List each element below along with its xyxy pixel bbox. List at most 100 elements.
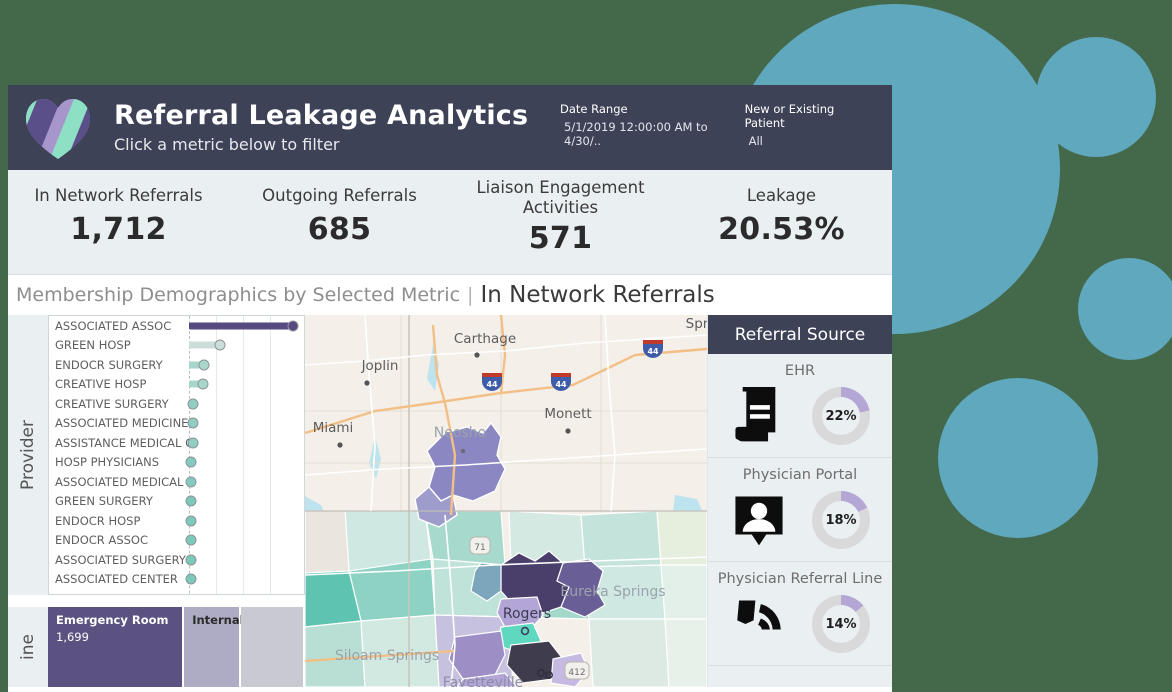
decorative-circle: [1078, 258, 1172, 360]
provider-value-dot[interactable]: [185, 476, 197, 488]
referral-source-row: 22%: [708, 379, 892, 457]
provider-row[interactable]: ASSOCIATED ASSOC: [49, 316, 304, 336]
treemap-cell-value: 1,699: [56, 630, 89, 644]
provider-value-dot[interactable]: [185, 456, 197, 468]
provider-chart: Provider ASSOCIATED ASSOC GREEN HOSP ENDOC…: [8, 315, 305, 595]
provider-value-dot[interactable]: [187, 417, 199, 429]
percent-donut: 14%: [812, 595, 870, 653]
kpi-value: 1,712: [70, 212, 167, 248]
provider-value-dot[interactable]: [187, 398, 199, 410]
filter-date-range[interactable]: Date Range 5/1/2019 12:00:00 AM to 4/30/…: [560, 102, 717, 148]
provider-row[interactable]: GREEN HOSP: [49, 336, 304, 356]
referral-source-row: 14%: [708, 587, 892, 665]
provider-value-dot[interactable]: [187, 437, 199, 449]
provider-row[interactable]: GREEN SURGERY: [49, 492, 304, 512]
provider-plot-area[interactable]: ASSOCIATED ASSOC GREEN HOSP ENDOCR SURGERY…: [48, 315, 305, 595]
referral-source-label: Physician Referral Line: [717, 571, 883, 587]
provider-row[interactable]: ENDOCR HOSP: [49, 511, 304, 531]
provider-row[interactable]: CREATIVE SURGERY: [49, 394, 304, 414]
svg-text:Miami: Miami: [313, 420, 354, 436]
provider-name: ASSOCIATED ASSOC: [55, 318, 172, 333]
filter-patient-type[interactable]: New or Existing Patient All: [745, 102, 864, 148]
treemap-cell[interactable]: Emergency Room 1,699: [48, 607, 185, 687]
provider-row[interactable]: ASSOCIATED MEDICINE: [49, 414, 304, 434]
provider-row[interactable]: ENDOCR ASSOC: [49, 531, 304, 551]
kpi-outgoing-referrals[interactable]: Outgoing Referrals 685: [229, 170, 450, 274]
treemap-cell[interactable]: [240, 607, 305, 687]
kpi-label: Outgoing Referrals: [262, 186, 417, 205]
provider-bar-track: [185, 453, 304, 473]
svg-text:Carthage: Carthage: [454, 331, 516, 347]
choropleth-map-svg[interactable]: 44 44 44 71 412 Carthage Joplin Miami Mo…: [305, 315, 707, 687]
map-panel[interactable]: 44 44 44 71 412 Carthage Joplin Miami Mo…: [305, 315, 707, 687]
header-titles: Referral Leakage Analytics Click a metri…: [108, 85, 528, 170]
svg-text:71: 71: [474, 543, 485, 553]
provider-bar-track: [185, 531, 304, 551]
provider-row[interactable]: ENDOCR SURGERY: [49, 355, 304, 375]
provider-name: HOSP PHYSICIANS: [55, 455, 160, 470]
svg-text:44: 44: [555, 380, 567, 389]
referral-source-item[interactable]: EHR 22%: [708, 354, 892, 458]
provider-name: GREEN HOSP: [55, 338, 131, 353]
provider-name: GREEN SURGERY: [55, 494, 153, 509]
donut-percent-label: 14%: [825, 616, 857, 632]
provider-name: ASSOCIATED CENTER: [55, 572, 178, 587]
provider-row[interactable]: ASSOCIATED SURGERY: [49, 550, 304, 570]
kpi-liaison-engagement-activities[interactable]: Liaison Engagement Activities 571: [450, 170, 671, 274]
referral-source-list: EHR 22% Physician Portal 18% Physician Refer…: [708, 354, 892, 666]
svg-text:44: 44: [647, 347, 659, 356]
kpi-leakage[interactable]: Leakage 20.53%: [671, 170, 892, 274]
treemap-plot-area[interactable]: Emergency Room 1,699 Internal: [48, 607, 305, 687]
svg-text:Eureka Springs: Eureka Springs: [560, 584, 665, 600]
referral-source-item[interactable]: Physician Referral Line 14%: [708, 562, 892, 666]
provider-row[interactable]: ASSOCIATED MEDICAL G..: [49, 472, 304, 492]
provider-bar-track: [185, 570, 304, 590]
treemap-cell[interactable]: Internal: [184, 607, 244, 687]
provider-value-dot[interactable]: [185, 534, 197, 546]
kpi-value: 685: [307, 212, 372, 248]
referral-source-item[interactable]: Physician Portal 18%: [708, 458, 892, 562]
provider-bar-track: [189, 316, 304, 336]
provider-value-dot[interactable]: [185, 573, 197, 585]
provider-value-dot[interactable]: [197, 378, 209, 390]
svg-text:Siloam Springs: Siloam Springs: [335, 648, 439, 664]
referral-source-title: Referral Source: [708, 315, 892, 354]
provider-value-dot[interactable]: [185, 495, 197, 507]
referral-source-label: EHR: [784, 363, 816, 379]
section-title-separator: |: [467, 284, 474, 306]
provider-axis-title: Provider: [8, 315, 48, 595]
referral-source-row: 18%: [708, 483, 892, 561]
heart-logo-icon: [26, 98, 90, 159]
referral-source-panel: Referral Source EHR 22% Physician Portal 18…: [707, 315, 892, 687]
provider-axis-label: Provider: [18, 420, 38, 490]
provider-row[interactable]: ASSISTANCE MEDICAL C..: [49, 433, 304, 453]
treemap-cell-label: Emergency Room: [56, 613, 169, 627]
kpi-label: Liaison Engagement Activities: [476, 178, 645, 218]
provider-value-dot[interactable]: [185, 554, 197, 566]
provider-name: ASSOCIATED MEDICAL G..: [55, 474, 189, 489]
logo-container: [8, 85, 108, 170]
kpi-in-network-referrals[interactable]: In Network Referrals 1,712: [8, 170, 229, 274]
provider-row[interactable]: ASSOCIATED CENTER: [49, 570, 304, 590]
provider-value-dot[interactable]: [214, 339, 226, 351]
section-title-prefix: Membership Demographics by Selected Metr…: [16, 284, 461, 306]
provider-bar-track: [185, 550, 304, 570]
svg-text:Spr: Spr: [686, 316, 707, 332]
svg-text:412: 412: [568, 668, 585, 678]
page-title: Referral Leakage Analytics: [114, 99, 529, 131]
provider-name: ENDOCR HOSP: [55, 513, 141, 528]
provider-name: ENDOCR SURGERY: [55, 357, 163, 372]
provider-value-dot[interactable]: [185, 515, 197, 527]
provider-value-dot[interactable]: [287, 320, 299, 332]
provider-value-dot[interactable]: [198, 359, 210, 371]
provider-row[interactable]: CREATIVE HOSP: [49, 375, 304, 395]
svg-text:Monett: Monett: [544, 406, 591, 422]
percent-donut: 22%: [812, 387, 870, 445]
kpi-label: Leakage: [746, 186, 817, 205]
provider-bar-track: [185, 511, 304, 531]
provider-row[interactable]: HOSP PHYSICIANS: [49, 453, 304, 473]
provider-name: ASSOCIATED SURGERY: [55, 552, 186, 567]
kpi-label: In Network Referrals: [34, 186, 203, 205]
filter-value: 5/1/2019 12:00:00 AM to 4/30/..: [564, 120, 708, 148]
treemap-axis-title: ine: [8, 607, 48, 687]
